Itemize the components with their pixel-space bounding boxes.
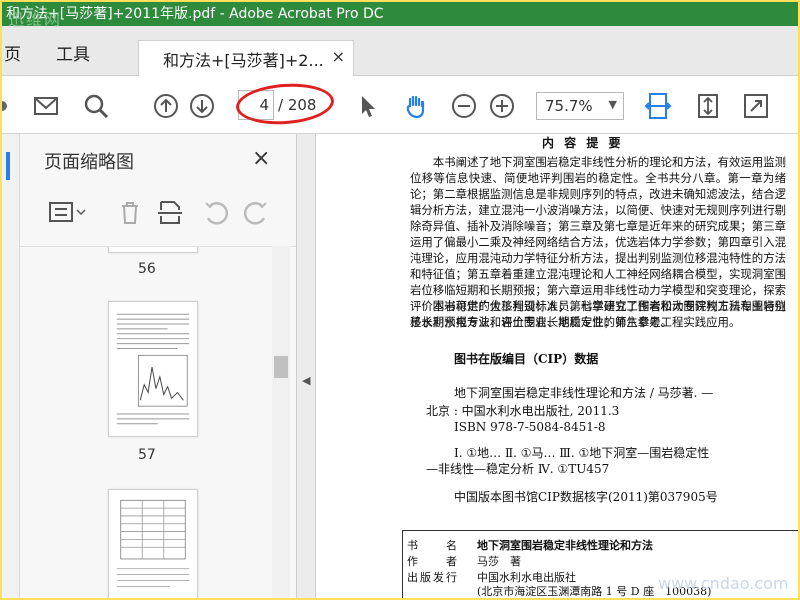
fit-page-icon[interactable] [694,92,722,120]
scrollbar-thumb[interactable] [274,356,288,378]
panel-splitter[interactable]: ◀ [296,134,316,598]
page-down-icon[interactable] [188,92,216,120]
thumbnail-58-content [116,499,190,587]
acrobat-window: 和方法+[马莎著]+2011年版.pdf - Adobe Acrobat Pro… [2,2,798,598]
summary-heading: 内 容 提 要 [542,136,624,150]
thumbnail-page-56[interactable] [108,247,198,253]
cip-title: 图书在版编目（CIP）数据 [454,352,599,366]
cip-line-1: 地下洞室围岩稳定非线性理论和方法 / 马莎著. — [454,386,714,400]
undo-rotate-icon[interactable] [202,198,230,226]
menu-home[interactable]: 页 [4,40,21,65]
cip-line-2: 北京 : 中国水利水电出版社, 2011.3 [426,404,620,418]
toolbar-edge-icon[interactable] [2,92,16,120]
insert-page-icon[interactable] [156,198,184,226]
document-view[interactable]: 内 容 提 要 本书阐述了地下洞室围岩稳定非线性分析的理论和方法，有效运用监测位… [316,134,798,598]
close-tab-icon[interactable]: × [332,47,345,66]
chevron-down-icon: ▼ [608,98,617,111]
close-panel-icon[interactable]: × [252,146,270,171]
red-highlight-ellipse [234,80,336,128]
document-tab-label: 和方法+[马莎著]+2... [163,51,324,70]
zoom-select[interactable]: 75.7% ▼ [536,92,624,120]
fit-width-icon[interactable] [644,92,672,120]
menu-tab-row: 页 工具 和方法+[马莎著]+2... × [2,26,798,76]
delete-icon[interactable] [116,198,144,226]
window-title: 和方法+[马莎著]+2011年版.pdf - Adobe Acrobat Pro… [6,6,384,22]
cip-line-4: Ⅰ. ①地… Ⅱ. ①马… Ⅲ. ①地下洞室—围岩稳定性 [454,446,710,460]
zoom-out-icon[interactable] [450,92,478,120]
menu-tools[interactable]: 工具 [56,40,90,65]
main-toolbar: 4 / 208 75.7% ▼ [2,76,798,134]
watermark-top: 迅维网 [8,10,63,29]
page-thumbnails-panel: 页面缩略图 × 56 57 [20,134,296,598]
collapse-arrow-icon[interactable]: ◀ [302,374,310,387]
zoom-value: 75.7% [545,97,593,115]
navigation-strip [2,134,20,598]
thumbnail-label-56: 56 [138,261,156,277]
audience-paragraph: 本书可供广大工程设计人员、科学研究工作者和大专院校工科专业特别是水利水电专业和岩… [410,299,786,329]
cip-line-6: 中国版本图书馆CIP数据核字(2011)第037905号 [454,490,718,504]
thumbnail-label-57: 57 [138,447,156,463]
panel-title: 页面缩略图 [44,152,134,173]
thumbnail-page-57[interactable] [108,301,198,437]
cip-line-3: ISBN 978-7-5084-8451-8 [454,420,606,434]
search-icon[interactable] [82,92,110,120]
thumbnail-page-58[interactable] [108,489,198,598]
page-up-icon[interactable] [152,92,180,120]
info-row: 作 者马莎 著 [407,555,521,568]
document-tab[interactable]: 和方法+[马莎著]+2... × [138,40,354,76]
redo-rotate-icon[interactable] [242,198,270,226]
zoom-in-icon[interactable] [488,92,516,120]
select-arrow-icon[interactable] [354,92,382,120]
panel-toolbar [20,190,296,236]
thumbnail-scrollbar[interactable] [272,246,290,598]
thumbnail-57-content [116,313,190,425]
pdf-page: 内 容 提 要 本书阐述了地下洞室围岩稳定非线性分析的理论和方法，有效运用监测位… [402,134,798,598]
thumbnail-list: 56 57 [20,246,296,598]
watermark-bottom: www.cndao.com [658,574,789,593]
window-title-bar: 和方法+[马莎著]+2011年版.pdf - Adobe Acrobat Pro… [2,2,798,26]
thumbnails-nav-marker[interactable] [6,152,10,180]
options-icon[interactable] [48,198,88,226]
fullscreen-icon[interactable] [742,92,770,120]
info-row: 书 名地下洞室围岩稳定非线性理论和方法 [407,539,653,552]
hand-icon[interactable] [402,92,430,120]
cip-line-5: —非线性—稳定分析 Ⅳ. ①TU457 [426,462,610,476]
mail-icon[interactable] [32,92,60,120]
